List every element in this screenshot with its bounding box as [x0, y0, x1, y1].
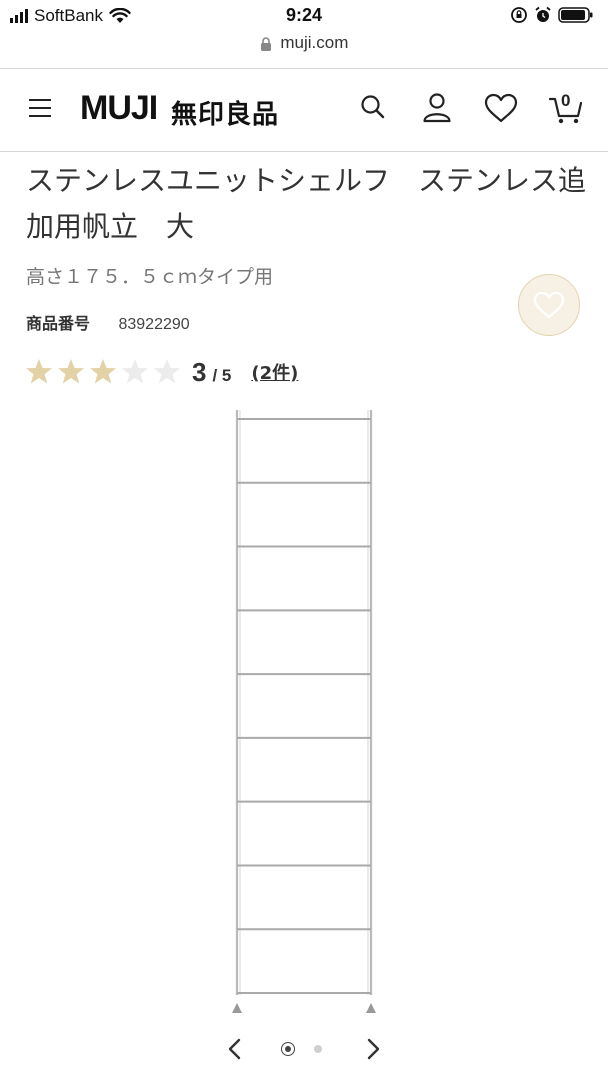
carousel-dot-active[interactable] — [281, 1042, 295, 1056]
frame-foot — [366, 1003, 376, 1013]
rating-out-of: / 5 — [212, 366, 232, 385]
chevron-left-icon[interactable] — [225, 1038, 245, 1060]
battery-icon — [558, 7, 593, 23]
frame-foot — [232, 1003, 242, 1013]
star-filled-icon — [26, 359, 52, 384]
product-page: SoftBank 9:24 muji.com MUJI 無印良品 0 ステンレス… — [0, 0, 608, 1080]
star-filled-icon — [90, 359, 116, 384]
alarm-icon — [535, 6, 551, 22]
rating-stars — [24, 357, 182, 387]
product-code-row: 商品番号 83922290 — [26, 310, 190, 334]
product-code-label: 商品番号 — [26, 314, 91, 333]
product-image[interactable] — [220, 405, 390, 1020]
muji-logo[interactable]: MUJI — [80, 89, 158, 128]
rating: 3 / 5 (2件) — [24, 352, 298, 392]
cart-button[interactable]: 0 — [548, 89, 584, 125]
divider — [0, 151, 608, 152]
star-filled-icon — [58, 359, 84, 384]
add-to-favorites-button[interactable] — [518, 274, 580, 336]
site-header: MUJI 無印良品 0 — [0, 69, 608, 151]
muji-logo-jp[interactable]: 無印良品 — [171, 94, 279, 131]
lock-icon — [260, 36, 271, 51]
chevron-right-icon[interactable] — [363, 1038, 383, 1060]
product-subtitle: 高さ１７５．５ｃｍタイプ用 — [26, 266, 274, 288]
status-bar: SoftBank 9:24 — [0, 0, 608, 34]
address-bar[interactable]: muji.com — [0, 33, 608, 53]
rating-score: 3 — [192, 356, 207, 387]
status-icons — [510, 6, 594, 24]
cart-count: 0 — [561, 91, 571, 110]
heart-icon — [533, 291, 565, 319]
favorite-icon[interactable] — [484, 93, 518, 123]
review-count-link[interactable]: (2件) — [251, 359, 298, 385]
account-icon[interactable] — [421, 91, 453, 123]
product-title: ステンレスユニットシェルフ ステンレス追加用帆立 大 — [26, 164, 587, 243]
carousel-dot[interactable] — [314, 1045, 322, 1053]
search-icon[interactable] — [359, 93, 387, 121]
rotation-lock-icon — [511, 7, 527, 23]
url-text: muji.com — [280, 33, 349, 52]
menu-icon[interactable] — [29, 99, 51, 117]
image-carousel-controls — [0, 1034, 608, 1064]
product-code-value: 83922290 — [118, 316, 190, 333]
star-empty-icon — [154, 359, 180, 384]
star-empty-icon — [122, 359, 148, 384]
